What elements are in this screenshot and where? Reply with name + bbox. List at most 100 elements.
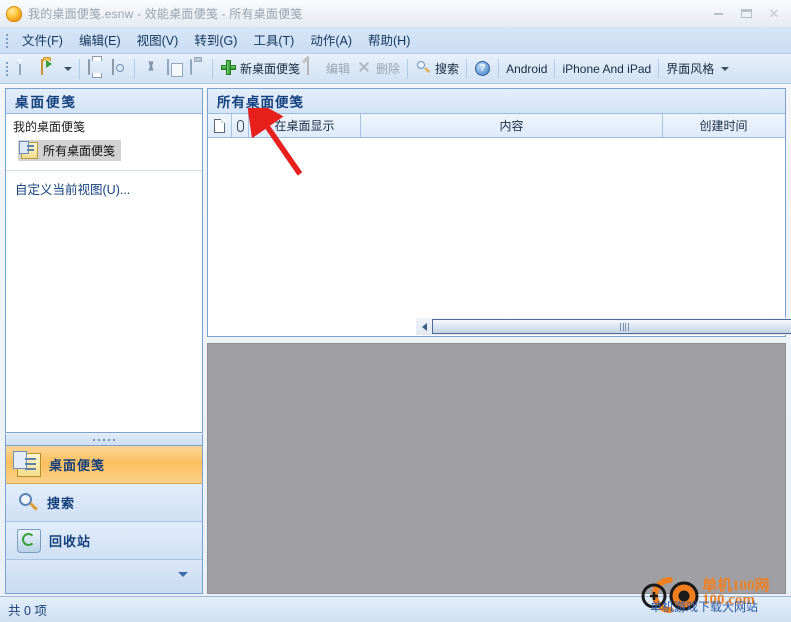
- scrollbar-thumb[interactable]: [432, 319, 791, 334]
- sidebar-tree-panel: 桌面便笺 我的桌面便笺 所有桌面便笺 自定义当前视图(U)...: [5, 88, 203, 433]
- minimize-button[interactable]: [705, 5, 731, 23]
- toolbar-separator: [466, 59, 467, 79]
- close-button[interactable]: ✕: [761, 5, 787, 23]
- tree-item-label: 所有桌面便笺: [43, 142, 115, 159]
- android-label: Android: [506, 62, 547, 76]
- sticky-note-app-icon: [6, 6, 22, 22]
- print-preview-button[interactable]: [107, 57, 130, 81]
- copy-icon: [165, 60, 182, 77]
- notes-icon: [21, 142, 38, 159]
- menu-item-tools[interactable]: 工具(T): [245, 30, 302, 52]
- application-window: 我的桌面便笺.esnw - 效能桌面便笺 - 所有桌面便笺 ✕ 文件(F) 编辑…: [0, 0, 791, 622]
- document-icon: [214, 119, 225, 133]
- toolbar-separator: [658, 59, 659, 79]
- window-controls: ✕: [703, 5, 787, 23]
- maximize-button[interactable]: [733, 5, 759, 23]
- delete-note-button[interactable]: 删除: [353, 57, 403, 81]
- notes-icon: [17, 453, 41, 477]
- menu-item-help[interactable]: 帮助(H): [360, 30, 418, 52]
- new-document-icon: [17, 60, 34, 77]
- search-label: 搜索: [435, 60, 459, 77]
- sidebar-panel-title: 桌面便笺: [6, 89, 202, 114]
- sidebar-item-recycle-bin[interactable]: 回收站: [6, 522, 202, 560]
- cut-scissors-icon: [142, 60, 159, 77]
- status-bar: 共 0 项: [0, 596, 791, 622]
- search-icon: [17, 492, 39, 514]
- sidebar-splitter[interactable]: [5, 434, 203, 446]
- search-icon: [415, 60, 432, 77]
- scroll-left-button[interactable]: [416, 319, 432, 334]
- sidebar-item-search[interactable]: 搜索: [6, 484, 202, 522]
- toolbar-separator: [498, 59, 499, 79]
- horizontal-scrollbar[interactable]: [416, 318, 791, 335]
- print-icon: [87, 60, 104, 77]
- toolbar: 新桌面便笺 编辑 删除 搜索 ? Android iPhone And iPad…: [0, 54, 791, 84]
- notes-list-body[interactable]: [208, 138, 785, 311]
- iphone-ipad-label: iPhone And iPad: [562, 62, 651, 76]
- paste-clipboard-icon: [188, 60, 205, 77]
- help-button[interactable]: ?: [471, 57, 494, 81]
- column-header-created-time[interactable]: 创建时间: [663, 114, 784, 137]
- menu-item-edit[interactable]: 编辑(E): [71, 30, 129, 52]
- open-file-button[interactable]: [37, 57, 75, 81]
- edit-pencil-icon: [306, 60, 323, 77]
- chevron-down-icon[interactable]: [178, 572, 188, 577]
- menu-item-file[interactable]: 文件(F): [14, 30, 71, 52]
- scrollbar-track[interactable]: [432, 319, 791, 334]
- search-button[interactable]: 搜索: [412, 57, 462, 81]
- toolbar-separator: [212, 59, 213, 79]
- skin-style-label: 界面风格: [666, 60, 714, 77]
- toolbar-grip-handle[interactable]: [4, 61, 10, 77]
- new-note-label: 新桌面便笺: [240, 60, 300, 77]
- paperclip-icon: [237, 120, 244, 132]
- edit-note-button[interactable]: 编辑: [303, 57, 353, 81]
- title-bar: 我的桌面便笺.esnw - 效能桌面便笺 - 所有桌面便笺 ✕: [0, 0, 791, 28]
- new-note-button[interactable]: 新桌面便笺: [217, 57, 303, 81]
- list-column-header: 在桌面显示 内容 创建时间: [208, 114, 785, 138]
- note-preview-pane[interactable]: [207, 343, 786, 594]
- toolbar-separator: [407, 59, 408, 79]
- menu-item-goto[interactable]: 转到(G): [186, 30, 245, 52]
- delete-x-icon: [356, 60, 373, 77]
- sidebar-item-label: 回收站: [49, 531, 91, 550]
- content-panel-title: 所有桌面便笺: [208, 89, 785, 114]
- column-header-attachment[interactable]: [232, 114, 249, 137]
- add-plus-icon: [220, 60, 237, 77]
- skin-style-button[interactable]: 界面风格: [663, 57, 732, 81]
- column-header-show-on-desktop[interactable]: 在桌面显示: [249, 114, 361, 137]
- copy-button[interactable]: [162, 57, 185, 81]
- edit-label: 编辑: [326, 60, 350, 77]
- open-folder-icon: [40, 60, 57, 77]
- delete-label: 删除: [376, 60, 400, 77]
- chevron-down-icon[interactable]: [64, 67, 72, 71]
- sidebar-nav-panel: 桌面便笺 搜索 回收站: [5, 446, 203, 594]
- chevron-down-icon[interactable]: [721, 67, 729, 71]
- new-document-button[interactable]: [14, 57, 37, 81]
- window-title: 我的桌面便笺.esnw - 效能桌面便笺 - 所有桌面便笺: [28, 5, 302, 22]
- print-preview-icon: [110, 60, 127, 77]
- content-panel: 所有桌面便笺 在桌面显示 内容 创建时间: [207, 88, 786, 337]
- menu-item-action[interactable]: 动作(A): [302, 30, 360, 52]
- print-button[interactable]: [84, 57, 107, 81]
- paste-button[interactable]: [185, 57, 208, 81]
- menu-grip-handle[interactable]: [4, 33, 10, 49]
- menu-bar: 文件(F) 编辑(E) 视图(V) 转到(G) 工具(T) 动作(A) 帮助(H…: [0, 28, 791, 54]
- column-header-document[interactable]: [208, 114, 232, 137]
- customize-view-link[interactable]: 自定义当前视图(U)...: [6, 171, 202, 198]
- toolbar-separator: [554, 59, 555, 79]
- sidebar-item-desktop-notes[interactable]: 桌面便笺: [6, 446, 202, 484]
- sidebar-item-label: 桌面便笺: [49, 455, 105, 474]
- toolbar-separator: [134, 59, 135, 79]
- tree-root-item[interactable]: 我的桌面便笺: [6, 114, 202, 137]
- sidebar-nav-overflow[interactable]: [6, 560, 202, 590]
- column-header-content[interactable]: 内容: [361, 114, 663, 137]
- cut-button[interactable]: [139, 57, 162, 81]
- status-item-count: 共 0 项: [8, 600, 47, 619]
- sidebar-item-label: 搜索: [47, 493, 75, 512]
- iphone-ipad-button[interactable]: iPhone And iPad: [559, 57, 654, 81]
- recycle-bin-icon: [17, 529, 41, 553]
- toolbar-separator: [79, 59, 80, 79]
- android-button[interactable]: Android: [503, 57, 550, 81]
- menu-item-view[interactable]: 视图(V): [129, 30, 187, 52]
- tree-item-all-notes[interactable]: 所有桌面便笺: [18, 140, 121, 161]
